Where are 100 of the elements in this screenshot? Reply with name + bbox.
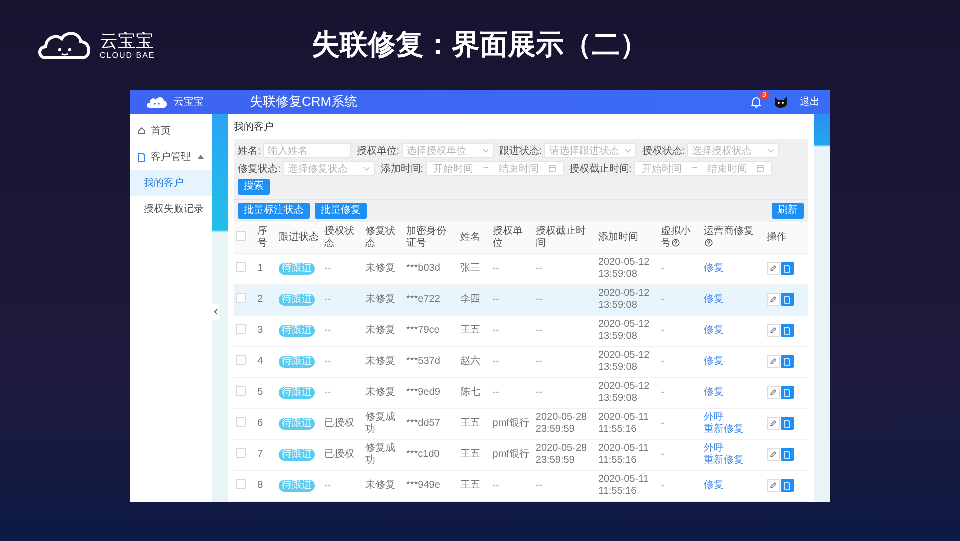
row-checkbox[interactable] — [236, 479, 246, 489]
repair-link[interactable]: 重新修复 — [704, 424, 763, 436]
table-cell: pmf银行 — [490, 440, 534, 470]
table-cell: 7 — [256, 440, 278, 470]
logout-link[interactable]: 退出 — [800, 95, 820, 109]
repair-link[interactable]: 修复 — [704, 480, 763, 492]
row-checkbox[interactable] — [236, 262, 246, 272]
row-checkbox[interactable] — [236, 417, 246, 427]
bulk-action-button[interactable]: 批量修复 — [315, 203, 367, 219]
name-input-field[interactable]: 输入姓名 — [262, 143, 351, 158]
table-row[interactable]: 2 待跟进 -- 未修复 ***e722 李四 -- -- 2020-05-12 13:59:08 - 修复 — [234, 284, 808, 316]
filter-label: 跟进状态: — [500, 144, 542, 158]
date-range-field[interactable]: 开始时间 ~ 结束时间 — [426, 161, 564, 176]
row-checkbox[interactable] — [236, 324, 246, 334]
detail-button[interactable] — [780, 479, 794, 492]
table-cell: -- — [490, 470, 534, 502]
repair-link[interactable]: 修复 — [704, 263, 763, 275]
search-button[interactable]: 搜索 — [238, 179, 270, 195]
status-tag: 待跟进 — [279, 325, 316, 337]
table-cell: -- — [534, 284, 596, 316]
table-cell: 李四 — [458, 284, 491, 316]
sidebar-item[interactable]: 我的客户 — [130, 170, 212, 196]
column-header: 加密身份证号 — [404, 223, 458, 254]
select-field[interactable]: 请选择跟进状态 — [544, 143, 636, 158]
select-field[interactable]: 选择授权状态 — [687, 143, 780, 158]
document-icon — [784, 482, 791, 490]
detail-button[interactable] — [780, 355, 794, 368]
repair-link[interactable]: 修复 — [704, 356, 763, 368]
refresh-button[interactable]: 刷新 — [772, 203, 804, 219]
detail-button[interactable] — [780, 293, 794, 306]
logo-subtext: CLOUD BAE — [100, 50, 156, 60]
edit-button[interactable] — [766, 355, 780, 368]
repair-link[interactable]: 重新修复 — [704, 455, 763, 467]
pencil-icon — [770, 482, 777, 489]
page-title: 我的客户 — [234, 120, 275, 135]
row-checkbox[interactable] — [236, 386, 246, 396]
table-row[interactable]: 3 待跟进 -- 未修复 ***79ce 王五 -- -- 2020-05-12 13:59:08 - 修复 — [234, 316, 808, 346]
edit-button[interactable] — [766, 417, 780, 430]
table-cell: -- — [322, 378, 364, 408]
row-checkbox[interactable] — [236, 293, 246, 303]
table-cell: - — [659, 346, 702, 378]
select-field[interactable]: 选择修复状态 — [282, 161, 375, 176]
table-cell: 王五 — [458, 408, 491, 440]
column-header: 授权单位 — [490, 223, 534, 254]
sidebar-item[interactable]: 授权失败记录 — [130, 196, 212, 222]
table-row[interactable]: 4 待跟进 -- 未修复 ***537d 赵六 -- -- 2020-05-12 13:59:08 - 修复 — [234, 346, 808, 378]
detail-button[interactable] — [780, 324, 794, 337]
detail-button[interactable] — [780, 386, 794, 399]
row-checkbox[interactable] — [236, 355, 246, 365]
column-header: 运营商修复 — [702, 223, 765, 254]
edit-button[interactable] — [766, 386, 780, 399]
table-cell: 2020-05-28 23:59:59 — [534, 440, 596, 470]
repair-link[interactable]: 外呼 — [704, 412, 763, 424]
document-icon — [784, 326, 791, 334]
calendar-icon — [548, 165, 556, 172]
column-header: 跟进状态 — [277, 223, 322, 254]
pencil-icon — [770, 265, 777, 272]
cat-avatar-icon[interactable] — [774, 96, 788, 108]
edit-button[interactable] — [766, 262, 780, 275]
filter-label: 添加时间: — [380, 162, 424, 176]
select-all-checkbox[interactable] — [236, 231, 246, 241]
table-cell: ***949e — [404, 470, 458, 502]
table-cell: 陈七 — [458, 378, 491, 408]
table-cell: 修复成功 — [363, 408, 404, 440]
sidebar-item[interactable]: 客户管理 — [130, 144, 212, 170]
bell-icon[interactable] — [751, 96, 762, 108]
help-icon — [705, 239, 714, 248]
table-cell: 2020-05-12 13:59:08 — [596, 346, 660, 378]
repair-link[interactable]: 修复 — [704, 387, 763, 399]
collapse-handle[interactable] — [212, 304, 219, 320]
table-cell: 未修复 — [363, 470, 404, 502]
table-row[interactable]: 5 待跟进 -- 未修复 ***9ed9 陈七 -- -- 2020-05-12 13:59:08 - 修复 — [234, 378, 808, 408]
repair-link[interactable]: 修复 — [704, 325, 763, 337]
edit-button[interactable] — [766, 448, 780, 461]
filter-label: 姓名: — [238, 144, 261, 158]
column-header: 操作 — [764, 223, 808, 254]
status-tag: 待跟进 — [279, 449, 316, 461]
table-cell: 未修复 — [363, 284, 404, 316]
detail-button[interactable] — [780, 262, 794, 275]
status-tag: 待跟进 — [279, 356, 316, 368]
table-cell: 未修复 — [363, 316, 404, 346]
detail-button[interactable] — [780, 417, 794, 430]
repair-link[interactable]: 外呼 — [704, 443, 763, 455]
document-icon — [784, 296, 791, 304]
filter-label: 修复状态: — [238, 162, 281, 176]
row-checkbox[interactable] — [236, 448, 246, 458]
sidebar-item[interactable]: 首页 — [130, 118, 212, 144]
bulk-action-button[interactable]: 批量标注状态 — [238, 203, 310, 219]
logo-text: 云宝宝 — [100, 30, 155, 50]
pencil-icon — [770, 327, 777, 334]
detail-button[interactable] — [780, 448, 794, 461]
edit-button[interactable] — [766, 293, 780, 306]
edit-button[interactable] — [766, 479, 780, 492]
table-cell: 2020-05-11 11:55:16 — [596, 470, 660, 502]
table-cell: 2020-05-12 13:59:08 — [596, 316, 660, 346]
table-cell: - — [659, 284, 702, 316]
table-row[interactable]: 8 待跟进 -- 未修复 ***949e 王五 -- -- 2020-05-11 11:55:16 - 修复 — [234, 470, 808, 502]
select-field[interactable]: 选择授权单位 — [402, 143, 494, 158]
edit-button[interactable] — [766, 324, 780, 337]
date-range-field[interactable]: 开始时间 ~ 结束时间 — [634, 161, 772, 176]
